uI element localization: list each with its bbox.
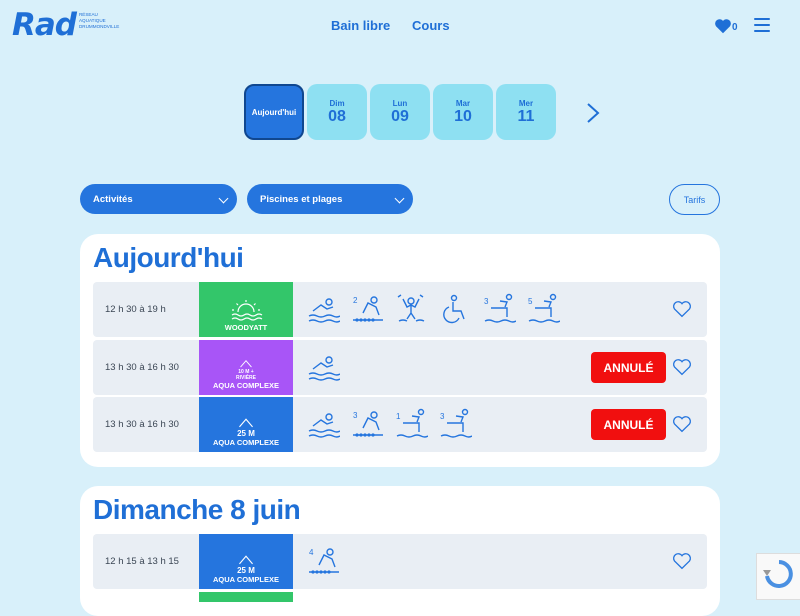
activity-icons: 4 bbox=[307, 545, 340, 577]
recaptcha-badge[interactable] bbox=[756, 553, 800, 600]
heart-outline-icon[interactable] bbox=[672, 415, 692, 433]
schedule-row: 13 h 30 à 16 h 30 25 M AQUA COMPLEXE 3 1… bbox=[93, 397, 707, 452]
pool-badge-partial bbox=[199, 592, 293, 602]
chevron-down-icon bbox=[218, 193, 229, 204]
pool-badge-aqua-complexe-25m[interactable]: 25 M AQUA COMPLEXE bbox=[199, 534, 293, 589]
roof-icon bbox=[239, 418, 253, 428]
activities-select[interactable]: Activités bbox=[80, 184, 237, 214]
tarifs-button[interactable]: Tarifs bbox=[669, 184, 720, 215]
pool-name: AQUA COMPLEXE bbox=[213, 575, 279, 584]
water-play-icon bbox=[397, 294, 425, 322]
nav-bain-libre[interactable]: Bain libre bbox=[331, 18, 390, 33]
nav-cours[interactable]: Cours bbox=[412, 18, 450, 33]
svg-text:2: 2 bbox=[353, 296, 358, 305]
date-tab-number: 10 bbox=[454, 107, 472, 125]
heart-outline-icon[interactable] bbox=[672, 552, 692, 570]
logo-wordmark: Rad bbox=[12, 7, 77, 43]
date-tab-number: 11 bbox=[517, 107, 535, 125]
activity-icons: 2 3 5 bbox=[307, 293, 560, 325]
roof-icon bbox=[239, 555, 253, 565]
date-tab-number: 09 bbox=[391, 107, 409, 125]
chevron-down-icon bbox=[394, 193, 405, 204]
pool-name: AQUA COMPLEXE bbox=[213, 381, 279, 390]
heart-outline-icon[interactable] bbox=[672, 300, 692, 318]
recaptcha-icon bbox=[763, 560, 793, 588]
lane-swim-icon: 3 bbox=[353, 411, 383, 437]
accessibility-icon bbox=[443, 294, 465, 324]
pool-badge-aqua-complexe-riviere[interactable]: 10 M + RIVIÈRE AQUA COMPLEXE bbox=[199, 340, 293, 395]
date-tab-day: Mer bbox=[518, 98, 534, 108]
diving-board-5m-icon: 5 bbox=[528, 293, 560, 323]
pool-badge-woodyatt[interactable]: WOODYATT bbox=[199, 282, 293, 337]
svg-text:3: 3 bbox=[353, 411, 358, 420]
lane-swim-icon: 2 bbox=[353, 296, 383, 322]
roof-icon bbox=[240, 360, 252, 368]
swimmer-icon bbox=[308, 356, 340, 381]
pool-size: 25 M bbox=[237, 566, 255, 575]
section-title: Aujourd'hui bbox=[93, 242, 244, 273]
pool-name: WOODYATT bbox=[224, 323, 268, 332]
pool-badge-aqua-complexe-25m[interactable]: 25 M AQUA COMPLEXE bbox=[199, 397, 293, 452]
svg-text:3: 3 bbox=[440, 412, 445, 421]
date-tab-sun-08[interactable]: Dim 08 bbox=[307, 84, 367, 140]
date-tab-mon-09[interactable]: Lun 09 bbox=[370, 84, 430, 140]
date-tab-day: Mar bbox=[455, 98, 471, 108]
schedule-row: 12 h 15 à 13 h 15 25 M AQUA COMPLEXE 4 bbox=[93, 534, 707, 589]
heart-icon[interactable] bbox=[714, 18, 732, 34]
schedule-row: 12 h 30 à 19 h WOODYATT 2 3 5 bbox=[93, 282, 707, 337]
activity-icons bbox=[307, 351, 340, 383]
time-range: 12 h 30 à 19 h bbox=[105, 304, 166, 315]
time-range: 13 h 30 à 16 h 30 bbox=[105, 419, 179, 430]
favorites-count: 0 bbox=[732, 22, 738, 33]
cancelled-badge[interactable]: ANNULÉ bbox=[591, 409, 666, 440]
sun-beach-icon bbox=[231, 300, 263, 321]
activities-select-label: Activités bbox=[93, 193, 133, 205]
activity-icons: 3 1 3 bbox=[307, 408, 472, 440]
svg-text:1: 1 bbox=[396, 412, 401, 421]
time-range: 12 h 15 à 13 h 15 bbox=[105, 556, 179, 567]
swimmer-icon bbox=[308, 298, 340, 323]
date-tab-today[interactable]: Aujourd'hui bbox=[244, 84, 304, 140]
logo-subtitle: Réseau Aquatique Drummondville bbox=[78, 12, 120, 29]
date-tab-wed-11[interactable]: Mer 11 bbox=[496, 84, 556, 140]
date-tab-number: 08 bbox=[328, 107, 346, 125]
schedule-card-sunday: Dimanche 8 juin 12 h 15 à 13 h 15 25 M A… bbox=[80, 486, 720, 616]
svg-text:4: 4 bbox=[309, 548, 314, 557]
diving-board-3m-icon: 3 bbox=[440, 408, 472, 438]
date-tab-day: Lun bbox=[392, 98, 408, 108]
cancelled-badge[interactable]: ANNULÉ bbox=[591, 352, 666, 383]
time-range: 13 h 30 à 16 h 30 bbox=[105, 362, 179, 373]
lane-swim-icon: 4 bbox=[309, 548, 339, 574]
heart-outline-icon[interactable] bbox=[672, 358, 692, 376]
date-tab-tue-10[interactable]: Mar 10 bbox=[433, 84, 493, 140]
pool-size: 25 M bbox=[237, 429, 255, 438]
diving-board-3m-icon: 3 bbox=[484, 293, 516, 323]
hamburger-menu-icon[interactable] bbox=[754, 18, 770, 32]
pools-select[interactable]: Piscines et plages bbox=[247, 184, 413, 214]
swimmer-icon bbox=[308, 413, 340, 438]
pools-select-label: Piscines et plages bbox=[260, 193, 343, 205]
rad-logo[interactable]: Rad Réseau Aquatique Drummondville bbox=[12, 10, 119, 41]
schedule-card-today: Aujourd'hui 12 h 30 à 19 h WOODYATT 2 3 … bbox=[80, 234, 720, 467]
section-title: Dimanche 8 juin bbox=[93, 494, 301, 525]
svg-text:3: 3 bbox=[484, 297, 489, 306]
schedule-row: 13 h 30 à 16 h 30 10 M + RIVIÈRE AQUA CO… bbox=[93, 340, 707, 395]
pool-name: AQUA COMPLEXE bbox=[213, 438, 279, 447]
date-tab-day: Dim bbox=[329, 98, 345, 108]
date-tab-label: Aujourd'hui bbox=[251, 107, 297, 117]
chevron-right-icon[interactable] bbox=[585, 102, 601, 124]
diving-board-1m-icon: 1 bbox=[396, 408, 428, 438]
svg-text:5: 5 bbox=[528, 297, 533, 306]
